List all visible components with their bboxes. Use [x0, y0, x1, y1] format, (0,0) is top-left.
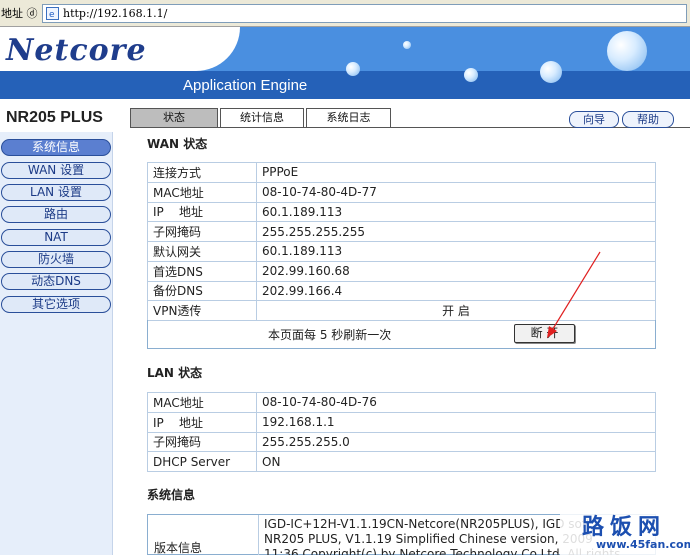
table-row: IP 地址 60.1.189.113	[147, 201, 656, 223]
address-label: 地址 ⓓ	[1, 7, 38, 20]
row-value: 08-10-74-80-4D-77	[256, 181, 656, 203]
row-value: 255.255.255.0	[256, 431, 656, 453]
table-row: MAC地址 08-10-74-80-4D-76	[147, 392, 656, 413]
logo-area: Netcore	[0, 27, 240, 71]
sidebar-item-firewall[interactable]: 防火墙	[1, 251, 111, 268]
tab-statistics[interactable]: 统计信息	[220, 108, 304, 128]
row-key: 首选DNS	[147, 260, 257, 282]
sidebar-item-system-info[interactable]: 系统信息	[1, 139, 111, 156]
table-row: 连接方式 PPPoE	[147, 162, 656, 183]
refresh-text: 本页面每 5 秒刷新一次	[268, 328, 392, 342]
tagline: Application Engine	[183, 77, 308, 94]
table-row: 子网掩码 255.255.255.0	[147, 431, 656, 453]
svg-text:e: e	[49, 10, 55, 20]
row-key: 默认网关	[147, 241, 257, 262]
watermark-url: www.45fan.com	[596, 538, 690, 551]
sidebar-item-lan-settings[interactable]: LAN 设置	[1, 184, 111, 201]
row-key: 子网掩码	[147, 221, 257, 242]
row-value: PPPoE	[256, 162, 656, 183]
wan-status-title: WAN 状态	[147, 137, 208, 151]
sidebar-item-other-options[interactable]: 其它选项	[1, 296, 111, 313]
bubble-decoration	[607, 31, 647, 71]
tab-system-log[interactable]: 系统日志	[306, 108, 391, 128]
sidebar-item-routing[interactable]: 路由	[1, 206, 111, 223]
model-name: NR205 PLUS	[6, 109, 103, 126]
lan-status-title: LAN 状态	[147, 366, 203, 380]
row-key: 子网掩码	[147, 431, 257, 453]
tab-status[interactable]: 状态	[130, 108, 218, 128]
bubble-decoration	[464, 68, 478, 82]
lan-status-table: MAC地址 08-10-74-80-4D-76 IP 地址 192.168.1.1 …	[147, 392, 656, 472]
watermark-main: 路饭网	[582, 514, 667, 540]
sidebar-item-wan-settings[interactable]: WAN 设置	[1, 162, 111, 179]
row-key: IP 地址	[147, 411, 257, 433]
row-key: 连接方式	[147, 162, 257, 183]
netcore-logo: Netcore	[6, 33, 147, 68]
row-value: 60.1.189.113	[256, 201, 656, 223]
row-key: 备份DNS	[147, 280, 257, 302]
bubble-decoration	[346, 62, 360, 76]
bubble-decoration	[540, 61, 562, 83]
table-row: 子网掩码 255.255.255.255	[147, 221, 656, 242]
url-input[interactable]: e http://192.168.1.1/	[42, 4, 687, 23]
bubble-decoration	[403, 41, 411, 49]
nav-panel: 系统信息 WAN 设置 LAN 设置 路由 NAT 防火墙 动态DNS 其它选项	[0, 132, 113, 555]
row-value: 08-10-74-80-4D-76	[256, 392, 656, 413]
row-value: 255.255.255.255	[256, 221, 656, 242]
row-key: DHCP Server	[147, 451, 257, 472]
header-banner: Netcore Application Engine	[0, 27, 690, 99]
row-key: VPN透传	[147, 300, 257, 321]
row-key: MAC地址	[147, 392, 257, 413]
row-value: 192.168.1.1	[256, 411, 656, 433]
sidebar: NR205 PLUS 系统信息 WAN 设置 LAN 设置 路由 NAT 防火墙…	[0, 99, 115, 555]
wizard-button[interactable]: 向导	[569, 111, 619, 128]
row-key: 版本信息	[148, 515, 259, 555]
system-info-title: 系统信息	[147, 488, 196, 502]
version-key: 版本信息	[154, 541, 203, 555]
table-row: DHCP Server ON	[147, 451, 656, 472]
address-bar: 地址 ⓓ e http://192.168.1.1/	[0, 0, 690, 27]
row-key: MAC地址	[147, 181, 257, 203]
site-watermark: 路饭网 www.45fan.com	[560, 509, 690, 555]
row-key: IP 地址	[147, 201, 257, 223]
table-row: IP 地址 192.168.1.1	[147, 411, 656, 433]
help-button[interactable]: 帮助	[622, 111, 674, 128]
url-text: http://192.168.1.1/	[63, 7, 168, 20]
sidebar-item-nat[interactable]: NAT	[1, 229, 111, 246]
red-arrow-annotation	[547, 251, 601, 338]
sidebar-item-ddns[interactable]: 动态DNS	[1, 273, 111, 290]
table-row: MAC地址 08-10-74-80-4D-77	[147, 181, 656, 203]
ie-page-icon: e	[46, 7, 59, 20]
row-value: ON	[256, 451, 656, 472]
